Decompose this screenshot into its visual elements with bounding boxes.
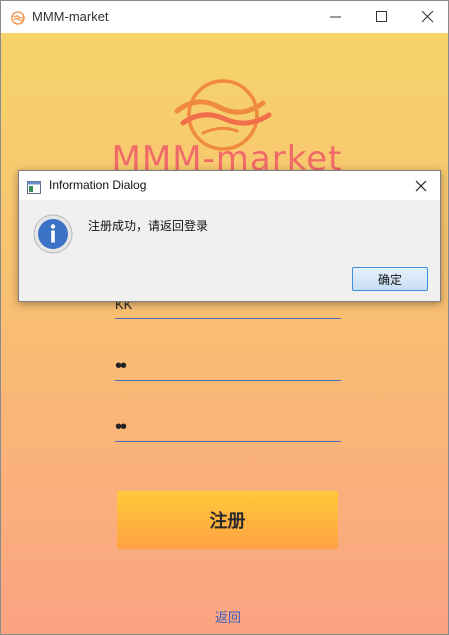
maximize-button[interactable]: [359, 1, 405, 33]
ok-button[interactable]: 确定: [352, 267, 428, 291]
password-field[interactable]: ••: [115, 341, 341, 381]
maximize-icon: [376, 11, 387, 22]
app-logo-icon: [11, 10, 25, 25]
close-icon: [415, 180, 427, 192]
back-link[interactable]: 返回: [215, 607, 241, 626]
minimize-icon: [330, 16, 341, 18]
password-value: ••: [115, 355, 127, 377]
dialog-title: Information Dialog: [49, 178, 147, 192]
window-title: MMM-market: [32, 9, 109, 24]
dialog-close-button[interactable]: [411, 176, 431, 196]
dialog-message: 注册成功，请返回登录: [88, 219, 209, 233]
information-dialog: Information Dialog 注册成功，请返回登录 确定: [18, 170, 441, 302]
confirm-password-field[interactable]: ••: [115, 402, 341, 442]
dialog-titlebar[interactable]: Information Dialog: [19, 171, 440, 200]
register-panel: MMM-market KK •• •• 注册 返回: [1, 33, 448, 634]
register-button[interactable]: 注册: [117, 491, 338, 549]
close-icon: [422, 11, 434, 23]
app-window: MMM-market MMM-market KK •• •• 注册 返回 Inf…: [0, 0, 449, 635]
window-titlebar[interactable]: MMM-market: [1, 1, 448, 33]
dialog-window-icon: [27, 179, 41, 194]
info-icon: [33, 214, 73, 254]
window-close-button[interactable]: [405, 1, 448, 33]
confirm-password-value: ••: [115, 416, 127, 438]
minimize-button[interactable]: [313, 1, 359, 33]
